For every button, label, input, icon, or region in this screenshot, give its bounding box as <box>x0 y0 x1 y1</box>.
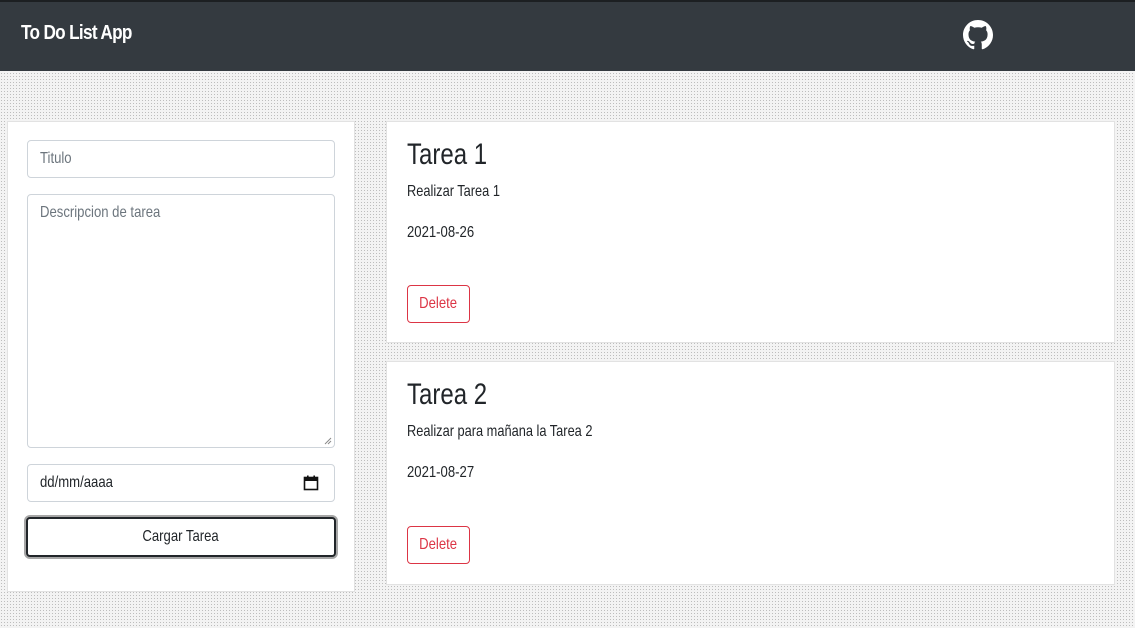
description-textarea[interactable]: Descripcion de tarea <box>27 194 335 448</box>
task-title: Tarea 2 <box>407 378 488 411</box>
delete-label: Delete <box>419 536 458 553</box>
delete-button[interactable]: Delete <box>407 526 470 564</box>
task-title: Tarea 1 <box>407 138 488 171</box>
date-input[interactable]: dd/mm/aaaa <box>27 464 335 502</box>
app-brand[interactable]: To Do List App <box>21 22 132 45</box>
description-placeholder: Descripcion de tarea <box>40 204 161 221</box>
task-date: 2021-08-26 <box>407 224 475 241</box>
resize-handle-icon[interactable] <box>324 437 332 445</box>
calendar-icon[interactable] <box>303 475 319 491</box>
task-card: Tarea 1 Realizar Tarea 1 2021-08-26 Dele… <box>386 121 1115 343</box>
title-input[interactable]: Titulo <box>27 140 335 178</box>
delete-label: Delete <box>419 295 458 312</box>
delete-button[interactable]: Delete <box>407 285 470 323</box>
task-description: Realizar para mañana la Tarea 2 <box>407 423 593 440</box>
task-card: Tarea 2 Realizar para mañana la Tarea 2 … <box>386 361 1115 585</box>
task-form: Titulo Descripcion de tarea dd/mm/aaaa C… <box>7 121 355 592</box>
submit-task-button[interactable]: Cargar Tarea <box>26 517 336 557</box>
title-placeholder: Titulo <box>40 150 72 167</box>
date-placeholder: dd/mm/aaaa <box>40 474 113 491</box>
submit-task-label: Cargar Tarea <box>142 528 220 545</box>
navbar: To Do List App <box>0 0 1135 71</box>
task-date: 2021-08-27 <box>407 464 475 481</box>
github-icon[interactable] <box>963 20 993 50</box>
task-description: Realizar Tarea 1 <box>407 183 500 200</box>
